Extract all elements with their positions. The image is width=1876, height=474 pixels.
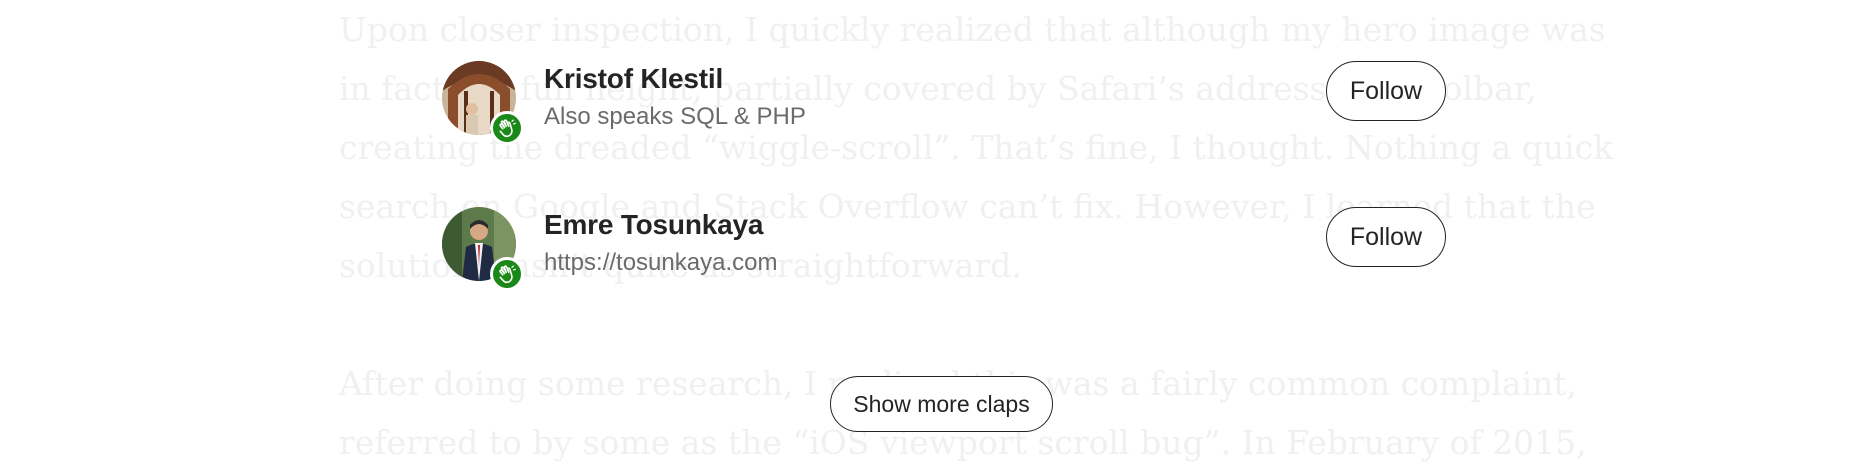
show-more-claps-button[interactable]: Show more claps: [830, 376, 1053, 432]
clapper-name[interactable]: Emre Tosunkaya: [544, 209, 763, 241]
follow-button[interactable]: Follow: [1326, 207, 1446, 267]
claps-list-overlay: Upon closer inspection, I quickly realiz…: [0, 0, 1876, 474]
clap-hand-icon: [490, 111, 524, 145]
article-line: Upon closer inspection, I quickly realiz…: [339, 10, 1606, 49]
follow-button[interactable]: Follow: [1326, 61, 1446, 121]
clapper-bio: Also speaks SQL & PHP: [544, 103, 806, 130]
clapper-bio: https://tosunkaya.com: [544, 249, 778, 276]
avatar-container[interactable]: [442, 207, 524, 291]
avatar-container[interactable]: [442, 61, 524, 145]
clap-hand-icon: [490, 257, 524, 291]
clapper-row: Emre Tosunkaya https://tosunkaya.com Fol…: [442, 207, 1446, 291]
clapper-row: Kristof Klestil Also speaks SQL & PHP Fo…: [442, 61, 1446, 145]
clapper-name[interactable]: Kristof Klestil: [544, 63, 723, 95]
